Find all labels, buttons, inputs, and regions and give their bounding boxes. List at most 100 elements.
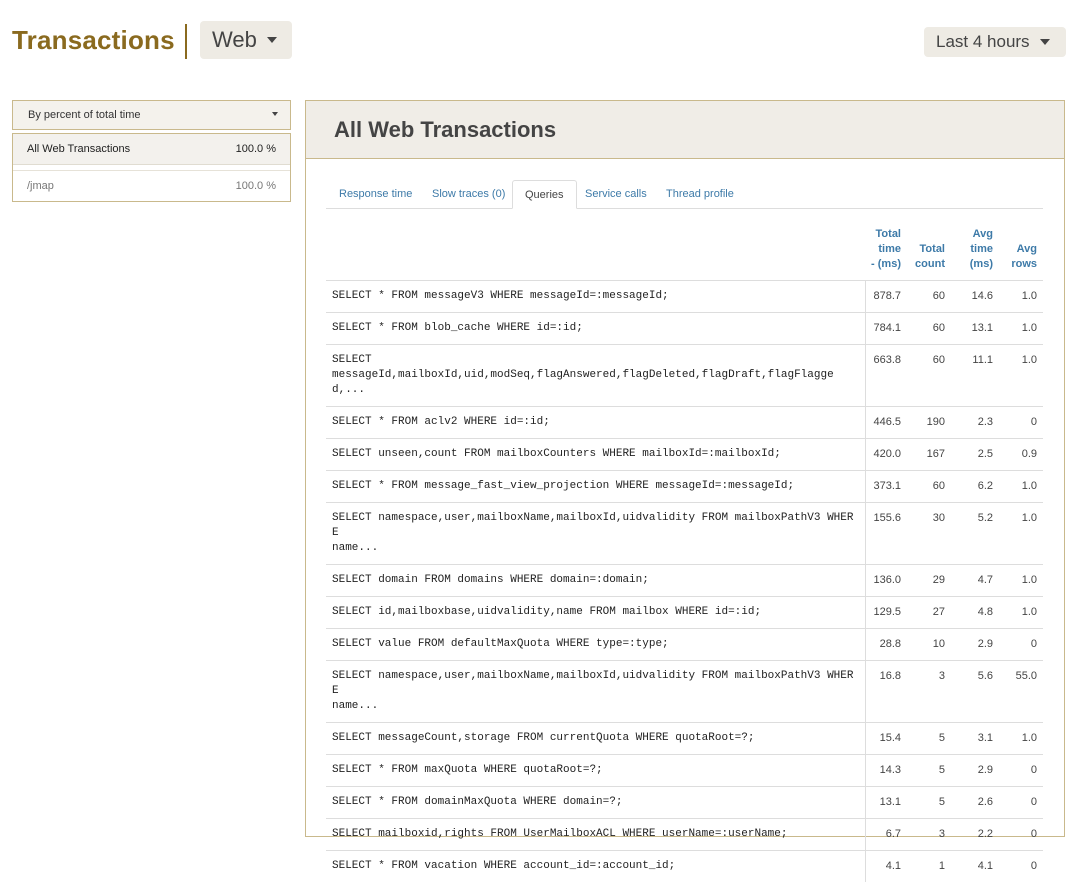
avg-rows-cell: 0	[999, 755, 1043, 787]
query-text: SELECT * FROM domainMaxQuota WHERE domai…	[326, 787, 865, 819]
avg-time-cell: 2.6	[951, 787, 999, 819]
total-count-cell: 30	[907, 503, 951, 565]
query-text: SELECT namespace,user,mailboxName,mailbo…	[326, 503, 865, 565]
total-time-cell: 4.1	[865, 851, 907, 882]
total-count-cell: 3	[907, 661, 951, 723]
total-count-cell: 60	[907, 471, 951, 503]
table-row[interactable]: SELECT messageId,mailboxId,uid,modSeq,fl…	[326, 345, 1043, 407]
avg-rows-cell: 0.9	[999, 439, 1043, 471]
avg-time-cell: 2.2	[951, 819, 999, 851]
total-time-cell: 14.3	[865, 755, 907, 787]
query-text: SELECT mailboxid,rights FROM UserMailbox…	[326, 819, 865, 851]
tab-response-time[interactable]: Response time	[339, 180, 412, 208]
avg-rows-cell: 0	[999, 787, 1043, 819]
query-text: SELECT id,mailboxbase,uidvalidity,name F…	[326, 597, 865, 629]
total-time-cell: 6.7	[865, 819, 907, 851]
total-count-cell: 5	[907, 723, 951, 755]
transaction-name: All Web Transactions	[27, 143, 130, 155]
query-text: SELECT messageCount,storage FROM current…	[326, 723, 865, 755]
total-count-cell: 60	[907, 281, 951, 313]
avg-rows-cell: 1.0	[999, 471, 1043, 503]
transaction-type-label: Web	[212, 27, 257, 53]
query-text: SELECT * FROM messageV3 WHERE messageId=…	[326, 281, 865, 313]
tab-bar: Response time Slow traces (0) Queries Se…	[326, 180, 1043, 209]
table-row[interactable]: SELECT unseen,count FROM mailboxCounters…	[326, 439, 1043, 471]
avg-time-cell: 11.1	[951, 345, 999, 407]
time-range-dropdown[interactable]: Last 4 hours	[924, 27, 1066, 57]
table-row[interactable]: SELECT * FROM maxQuota WHERE quotaRoot=?…	[326, 755, 1043, 787]
table-row[interactable]: SELECT * FROM aclv2 WHERE id=:id;446.519…	[326, 407, 1043, 439]
panel-title: All Web Transactions	[334, 117, 556, 143]
column-header-avg-rows[interactable]: Avg rows	[999, 225, 1043, 281]
table-row[interactable]: SELECT domain FROM domains WHERE domain=…	[326, 565, 1043, 597]
avg-rows-cell: 1.0	[999, 503, 1043, 565]
table-row[interactable]: SELECT value FROM defaultMaxQuota WHERE …	[326, 629, 1043, 661]
avg-rows-cell: 55.0	[999, 661, 1043, 723]
table-row[interactable]: SELECT mailboxid,rights FROM UserMailbox…	[326, 819, 1043, 851]
total-count-cell: 3	[907, 819, 951, 851]
transaction-percent: 100.0 %	[236, 180, 276, 192]
total-count-cell: 1	[907, 851, 951, 882]
avg-time-cell: 5.6	[951, 661, 999, 723]
query-text: SELECT * FROM vacation WHERE account_id=…	[326, 851, 865, 882]
total-time-cell: 129.5	[865, 597, 907, 629]
tab-slow-traces[interactable]: Slow traces (0)	[432, 180, 505, 208]
total-time-cell: 136.0	[865, 565, 907, 597]
tab-thread-profile[interactable]: Thread profile	[666, 180, 734, 208]
avg-rows-cell: 1.0	[999, 345, 1043, 407]
avg-time-cell: 14.6	[951, 281, 999, 313]
total-time-cell: 446.5	[865, 407, 907, 439]
total-time-cell: 373.1	[865, 471, 907, 503]
query-text: SELECT unseen,count FROM mailboxCounters…	[326, 439, 865, 471]
sort-by-label: By percent of total time	[28, 109, 141, 121]
queries-table-body: SELECT * FROM messageV3 WHERE messageId=…	[326, 281, 1043, 882]
avg-time-cell: 4.8	[951, 597, 999, 629]
table-row[interactable]: SELECT namespace,user,mailboxName,mailbo…	[326, 503, 1043, 565]
table-row[interactable]: SELECT messageCount,storage FROM current…	[326, 723, 1043, 755]
query-text: SELECT value FROM defaultMaxQuota WHERE …	[326, 629, 865, 661]
avg-time-cell: 5.2	[951, 503, 999, 565]
total-time-cell: 663.8	[865, 345, 907, 407]
avg-time-cell: 2.9	[951, 629, 999, 661]
table-row[interactable]: SELECT * FROM vacation WHERE account_id=…	[326, 851, 1043, 882]
transaction-detail-panel: All Web Transactions Response time Slow …	[305, 100, 1065, 837]
panel-header: All Web Transactions	[306, 101, 1064, 159]
table-row[interactable]: SELECT * FROM domainMaxQuota WHERE domai…	[326, 787, 1043, 819]
total-count-cell: 27	[907, 597, 951, 629]
avg-rows-cell: 1.0	[999, 597, 1043, 629]
transaction-type-dropdown[interactable]: Web	[200, 21, 292, 59]
total-time-cell: 155.6	[865, 503, 907, 565]
avg-rows-cell: 1.0	[999, 723, 1043, 755]
query-text: SELECT namespace,user,mailboxName,mailbo…	[326, 661, 865, 723]
column-header-total-count[interactable]: Total count	[907, 225, 951, 281]
avg-time-cell: 2.3	[951, 407, 999, 439]
tab-queries[interactable]: Queries	[512, 180, 577, 209]
transaction-item-all[interactable]: All Web Transactions 100.0 %	[13, 134, 290, 165]
column-header-total-time[interactable]: Total time - (ms)	[865, 225, 907, 281]
chevron-down-icon	[1040, 39, 1050, 45]
column-header-avg-time[interactable]: Avg time (ms)	[951, 225, 999, 281]
table-row[interactable]: SELECT * FROM blob_cache WHERE id=:id;78…	[326, 313, 1043, 345]
avg-rows-cell: 0	[999, 407, 1043, 439]
total-time-cell: 15.4	[865, 723, 907, 755]
sort-by-select[interactable]: By percent of total time	[12, 100, 291, 130]
transaction-name: /jmap	[27, 180, 54, 192]
table-row[interactable]: SELECT * FROM message_fast_view_projecti…	[326, 471, 1043, 503]
query-text: SELECT * FROM message_fast_view_projecti…	[326, 471, 865, 503]
total-time-cell: 420.0	[865, 439, 907, 471]
table-row[interactable]: SELECT id,mailboxbase,uidvalidity,name F…	[326, 597, 1043, 629]
avg-time-cell: 4.1	[951, 851, 999, 882]
avg-time-cell: 4.7	[951, 565, 999, 597]
transaction-item-jmap[interactable]: /jmap 100.0 %	[13, 170, 290, 201]
total-time-cell: 13.1	[865, 787, 907, 819]
tab-service-calls[interactable]: Service calls	[585, 180, 647, 208]
table-row[interactable]: SELECT * FROM messageV3 WHERE messageId=…	[326, 281, 1043, 313]
total-count-cell: 10	[907, 629, 951, 661]
queries-table: Total time - (ms) Total count Avg time (…	[326, 225, 1043, 882]
avg-time-cell: 2.9	[951, 755, 999, 787]
column-header-query	[326, 225, 865, 281]
total-count-cell: 5	[907, 787, 951, 819]
query-text: SELECT * FROM blob_cache WHERE id=:id;	[326, 313, 865, 345]
table-header-row: Total time - (ms) Total count Avg time (…	[326, 225, 1043, 281]
table-row[interactable]: SELECT namespace,user,mailboxName,mailbo…	[326, 661, 1043, 723]
